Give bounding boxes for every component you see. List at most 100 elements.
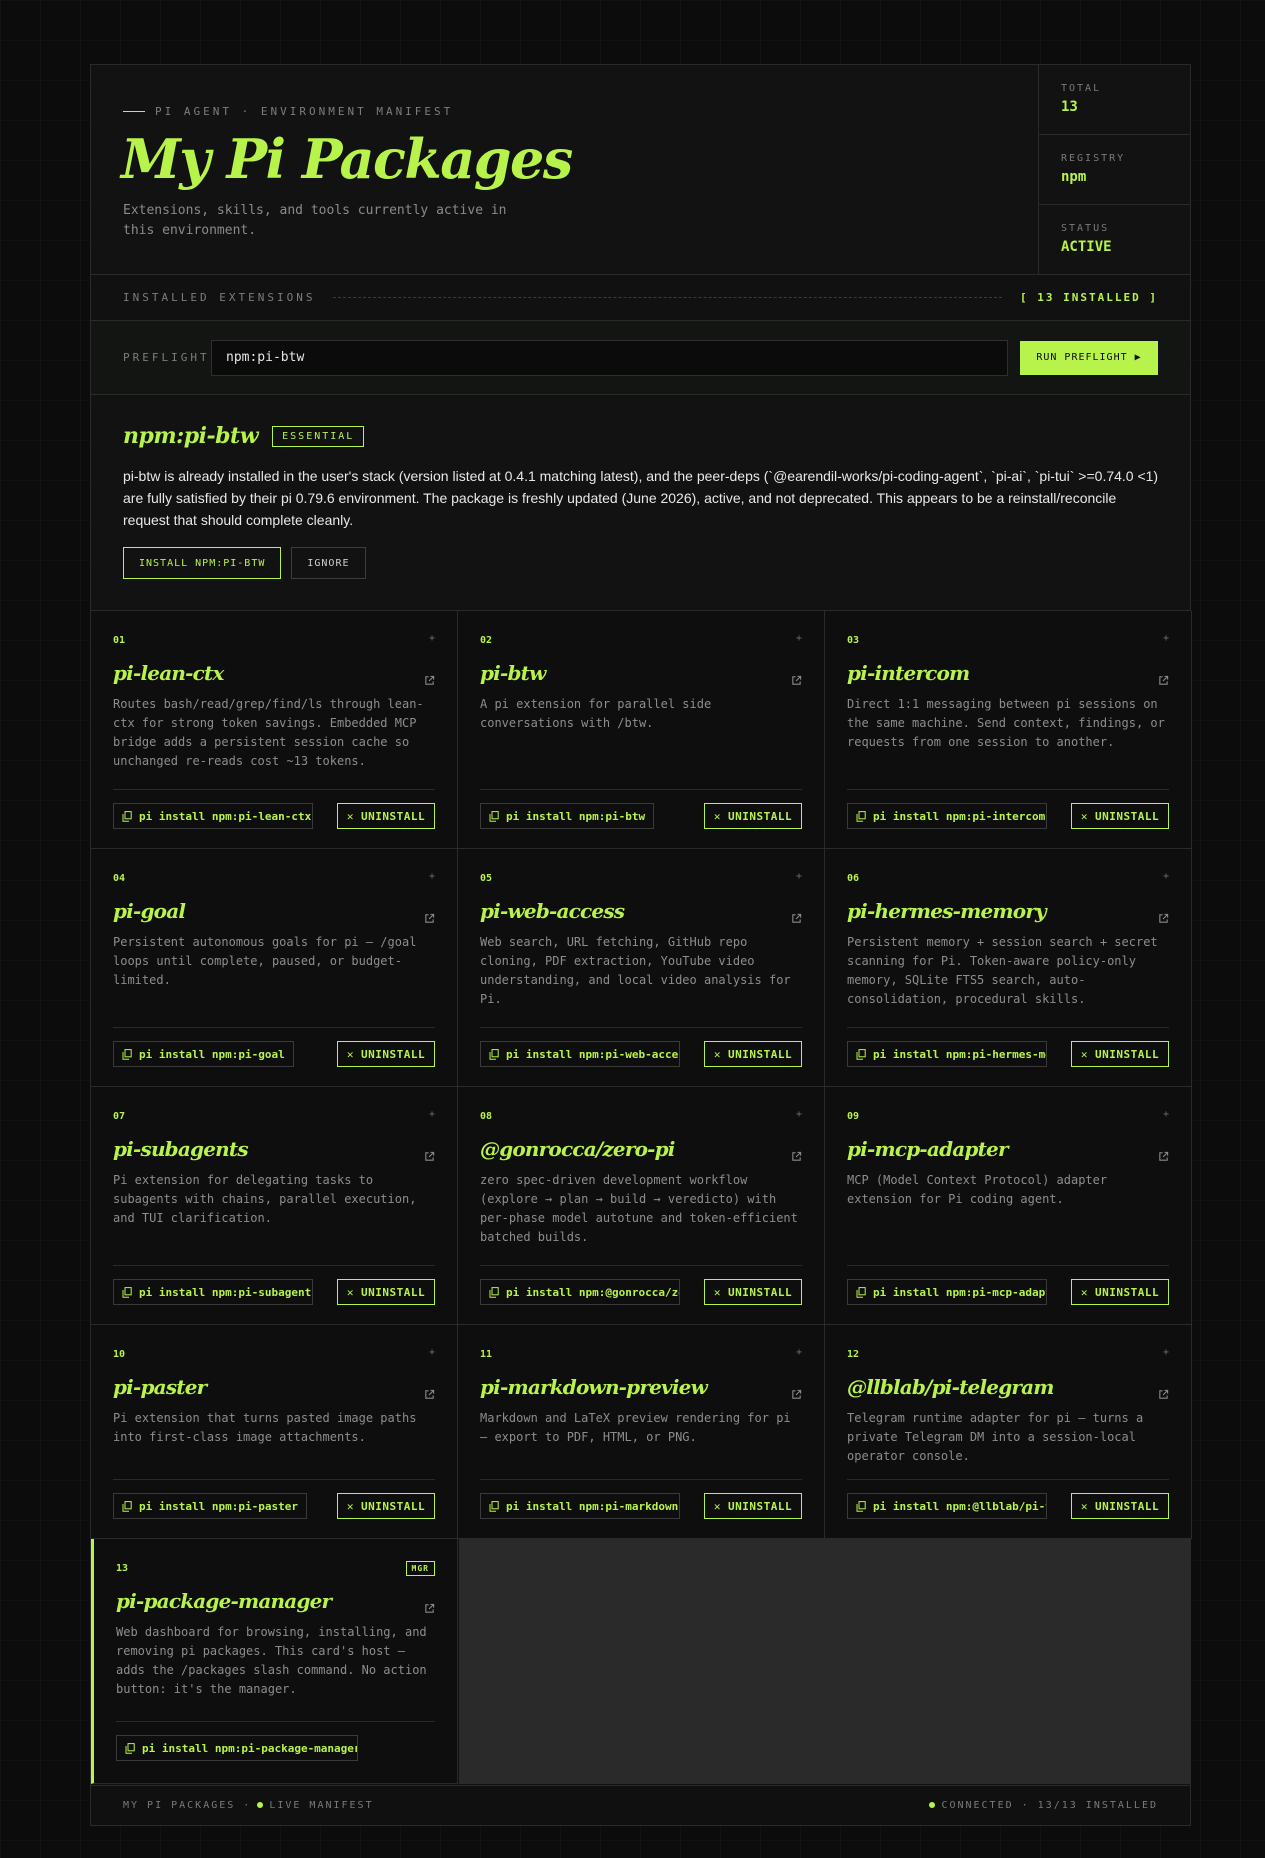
install-command[interactable]: pi install npm:@llblab/pi-telegram xyxy=(847,1493,1047,1519)
external-link-icon[interactable] xyxy=(424,1385,435,1399)
install-command[interactable]: pi install npm:pi-btw xyxy=(480,803,655,829)
install-command[interactable]: pi install npm:pi-web-access xyxy=(480,1041,680,1067)
install-command[interactable]: pi install npm:pi-hermes-memory xyxy=(847,1041,1047,1067)
uninstall-button[interactable]: ✕ UNINSTALL xyxy=(704,1493,802,1519)
card-divider xyxy=(113,1027,435,1028)
uninstall-button[interactable]: ✕ UNINSTALL xyxy=(337,1041,435,1067)
install-command[interactable]: pi install npm:pi-goal xyxy=(113,1041,294,1067)
package-number: 06 xyxy=(847,873,860,884)
package-name[interactable]: pi-paster xyxy=(113,1375,207,1399)
uninstall-button[interactable]: ✕ UNINSTALL xyxy=(337,1493,435,1519)
install-command[interactable]: pi install npm:pi-intercom xyxy=(847,803,1047,829)
external-link-icon[interactable] xyxy=(1158,1385,1169,1399)
uninstall-button[interactable]: ✕ UNINSTALL xyxy=(1071,1279,1169,1305)
package-name[interactable]: pi-lean-ctx xyxy=(113,661,224,685)
card-divider xyxy=(480,1027,802,1028)
install-command-text: pi install npm:pi-intercom xyxy=(873,809,1046,823)
preflight-bar: PREFLIGHT RUN PREFLIGHT ▶ xyxy=(91,321,1190,395)
package-number: 13 xyxy=(116,1563,129,1574)
copy-icon[interactable] xyxy=(489,810,499,822)
package-card: 11 + pi-markdown-preview Markdown and LaTeX… xyxy=(458,1325,825,1539)
external-link-icon[interactable] xyxy=(791,1385,802,1399)
external-link-icon[interactable] xyxy=(1158,671,1169,685)
copy-icon[interactable] xyxy=(856,1048,866,1060)
plus-icon: + xyxy=(1162,1347,1169,1358)
install-command[interactable]: pi install npm:pi-subagents xyxy=(113,1279,313,1305)
package-name[interactable]: pi-web-access xyxy=(480,899,625,923)
copy-icon[interactable] xyxy=(856,1286,866,1298)
copy-icon[interactable] xyxy=(856,1500,866,1512)
external-link-icon[interactable] xyxy=(791,909,802,923)
external-link-icon[interactable] xyxy=(791,1147,802,1161)
install-command[interactable]: pi install npm:pi-mcp-adapter xyxy=(847,1279,1047,1305)
card-divider xyxy=(116,1721,435,1722)
package-number: 04 xyxy=(113,873,126,884)
package-name[interactable]: pi-subagents xyxy=(113,1137,249,1161)
package-name[interactable]: pi-btw xyxy=(480,661,546,685)
uninstall-button[interactable]: ✕ UNINSTALL xyxy=(1071,1493,1169,1519)
uninstall-button[interactable]: ✕ UNINSTALL xyxy=(1071,803,1169,829)
uninstall-button[interactable]: ✕ UNINSTALL xyxy=(704,1279,802,1305)
uninstall-button[interactable]: ✕ UNINSTALL xyxy=(337,803,435,829)
package-description: Web dashboard for browsing, installing, … xyxy=(116,1625,427,1696)
install-command[interactable]: pi install npm:@gonrocca/zero-pi xyxy=(480,1279,680,1305)
external-link-icon[interactable] xyxy=(1158,909,1169,923)
external-link-icon[interactable] xyxy=(424,671,435,685)
uninstall-button[interactable]: ✕ UNINSTALL xyxy=(337,1279,435,1305)
package-description: Telegram runtime adapter for pi — turns … xyxy=(847,1411,1144,1463)
run-preflight-button[interactable]: RUN PREFLIGHT ▶ xyxy=(1020,340,1158,375)
card-divider xyxy=(847,789,1169,790)
copy-icon[interactable] xyxy=(489,1286,499,1298)
copy-icon[interactable] xyxy=(489,1048,499,1060)
plus-icon: + xyxy=(428,871,435,882)
uninstall-button[interactable]: ✕ UNINSTALL xyxy=(1071,1041,1169,1067)
package-card: 13 MGR pi-package-manager Web dashboard for… xyxy=(91,1539,458,1784)
external-link-icon[interactable] xyxy=(791,671,802,685)
section-label: INSTALLED EXTENSIONS xyxy=(123,291,316,304)
manifest-frame: PI AGENT · ENVIRONMENT MANIFEST My Pi Pa… xyxy=(90,64,1192,1826)
package-number: 08 xyxy=(480,1111,493,1122)
package-name[interactable]: pi-mcp-adapter xyxy=(847,1137,1009,1161)
package-name[interactable]: @gonrocca/zero-pi xyxy=(480,1137,675,1161)
copy-icon[interactable] xyxy=(122,1500,132,1512)
copy-icon[interactable] xyxy=(122,1048,132,1060)
install-command[interactable]: pi install npm:pi-lean-ctx xyxy=(113,803,313,829)
install-button[interactable]: INSTALL NPM:PI-BTW xyxy=(123,547,282,579)
package-name[interactable]: pi-intercom xyxy=(847,661,970,685)
install-command[interactable]: pi install npm:pi-markdown-preview xyxy=(480,1493,680,1519)
package-number: 02 xyxy=(480,635,493,646)
copy-icon[interactable] xyxy=(122,1286,132,1298)
package-name[interactable]: pi-package-manager xyxy=(116,1589,332,1613)
card-divider xyxy=(113,789,435,790)
copy-icon[interactable] xyxy=(856,810,866,822)
uninstall-button[interactable]: ✕ UNINSTALL xyxy=(704,803,802,829)
result-description: pi-btw is already installed in the user'… xyxy=(123,468,1159,528)
preflight-input[interactable] xyxy=(211,339,1008,376)
card-divider xyxy=(480,789,802,790)
install-command[interactable]: pi install npm:pi-package-manager xyxy=(116,1735,358,1761)
external-link-icon[interactable] xyxy=(1158,1147,1169,1161)
footer-right: CONNECTED · 13/13 INSTALLED xyxy=(923,1800,1158,1811)
package-number: 05 xyxy=(480,873,493,884)
copy-icon[interactable] xyxy=(122,810,132,822)
package-name[interactable]: @llblab/pi-telegram xyxy=(847,1375,1054,1399)
copy-icon[interactable] xyxy=(489,1500,499,1512)
package-name[interactable]: pi-markdown-preview xyxy=(480,1375,708,1399)
uninstall-button[interactable]: ✕ UNINSTALL xyxy=(704,1041,802,1067)
package-number: 09 xyxy=(847,1111,860,1122)
external-link-icon[interactable] xyxy=(424,1599,435,1613)
package-description: Web search, URL fetching, GitHub repo cl… xyxy=(480,935,791,1006)
package-card: 07 + pi-subagents Pi extension for delegati… xyxy=(91,1087,458,1325)
install-command[interactable]: pi install npm:pi-paster xyxy=(113,1493,307,1519)
preflight-label: PREFLIGHT xyxy=(123,351,210,364)
install-command-text: pi install npm:pi-lean-ctx xyxy=(139,809,312,823)
external-link-icon[interactable] xyxy=(424,1147,435,1161)
package-name[interactable]: pi-hermes-memory xyxy=(847,899,1047,923)
plus-icon: + xyxy=(1162,1109,1169,1120)
external-link-icon[interactable] xyxy=(424,909,435,923)
copy-icon[interactable] xyxy=(125,1742,135,1754)
package-name[interactable]: pi-goal xyxy=(113,899,186,923)
install-command-text: pi install npm:pi-markdown-preview xyxy=(506,1499,679,1513)
ignore-button[interactable]: IGNORE xyxy=(291,547,366,579)
package-description: A pi extension for parallel side convers… xyxy=(480,697,712,730)
